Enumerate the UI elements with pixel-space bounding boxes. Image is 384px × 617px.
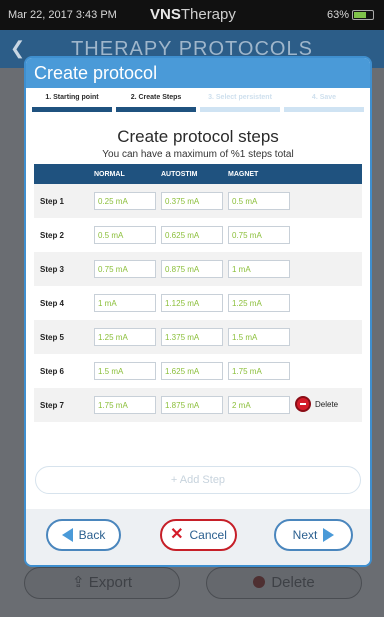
step-label: Step 7 xyxy=(40,400,65,410)
step-label: Step 1 xyxy=(40,196,65,206)
magnet-input[interactable]: 1.25 mA xyxy=(228,294,290,312)
back-button[interactable]: Back xyxy=(46,519,121,551)
column-normal: NORMAL xyxy=(94,170,125,178)
delete-step-button[interactable]: Delete xyxy=(295,396,338,412)
delete-step-label: Delete xyxy=(315,399,339,409)
steps-table: NORMAL AUTOSTIM MAGNET Step 1 0.25 mA 0.… xyxy=(34,164,362,422)
wizard-step-2: 2. Create Steps xyxy=(114,88,198,112)
normal-input[interactable]: 1 mA xyxy=(94,294,156,312)
brand-suffix: Therapy xyxy=(180,6,236,23)
normal-input[interactable]: 1.75 mA xyxy=(94,396,156,414)
normal-input[interactable]: 1.5 mA xyxy=(94,362,156,380)
brand-prefix: VNS xyxy=(150,6,181,23)
normal-input[interactable]: 0.25 mA xyxy=(94,192,156,210)
background-export-button: ⇪ Export xyxy=(24,567,180,599)
normal-input[interactable]: 1.25 mA xyxy=(94,328,156,346)
next-button[interactable]: Next xyxy=(274,519,353,551)
export-icon: ⇪ xyxy=(71,574,85,591)
table-row: Step 6 1.5 mA 1.625 mA 1.75 mA xyxy=(34,354,362,388)
minus-circle-icon xyxy=(295,396,311,412)
autostim-input[interactable]: 1.625 mA xyxy=(161,362,223,380)
autostim-input[interactable]: 1.125 mA xyxy=(161,294,223,312)
table-header-row: NORMAL AUTOSTIM MAGNET xyxy=(34,164,362,184)
column-magnet: MAGNET xyxy=(228,170,259,178)
status-bar: Mar 22, 2017 3:43 PM VNSTherapy 63% xyxy=(0,0,384,30)
arrow-right-icon xyxy=(323,528,335,542)
status-datetime: Mar 22, 2017 3:43 PM xyxy=(8,9,117,21)
table-row: Step 3 0.75 mA 0.875 mA 1 mA xyxy=(34,252,362,286)
next-label: Next xyxy=(292,528,318,542)
autostim-input[interactable]: 0.875 mA xyxy=(161,260,223,278)
cancel-label: Cancel xyxy=(189,528,227,542)
brand-logo: VNSTherapy xyxy=(150,6,236,23)
close-icon: ✕ xyxy=(170,526,184,543)
battery-icon xyxy=(352,10,374,20)
wizard-step-4: 4. Save xyxy=(282,88,366,112)
export-label: Export xyxy=(88,574,133,591)
table-row: Step 2 0.5 mA 0.625 mA 0.75 mA xyxy=(34,218,362,252)
step-label: Step 6 xyxy=(40,366,65,376)
header-spacer xyxy=(34,164,94,184)
create-protocol-dialog: Create protocol 1. Starting point 2. Cre… xyxy=(24,56,372,567)
wizard-step-1: 1. Starting point xyxy=(30,88,114,112)
autostim-input[interactable]: 1.875 mA xyxy=(161,396,223,414)
magnet-input[interactable]: 1.75 mA xyxy=(228,362,290,380)
table-row: Step 1 0.25 mA 0.375 mA 0.5 mA xyxy=(34,184,362,218)
delete-dot-icon xyxy=(253,576,266,588)
page-heading: Create protocol steps xyxy=(117,127,279,146)
back-label: Back xyxy=(78,528,106,542)
dialog-footer: Back ✕ Cancel Next xyxy=(26,509,370,565)
autostim-input[interactable]: 1.375 mA xyxy=(161,328,223,346)
battery-indicator: 63% xyxy=(327,9,374,21)
table-row: Step 4 1 mA 1.125 mA 1.25 mA xyxy=(34,286,362,320)
delete-label: Delete xyxy=(271,574,315,591)
add-step-button[interactable]: + Add Step xyxy=(35,466,361,494)
wizard-step-3: 3. Select persistent xyxy=(198,88,282,112)
autostim-input[interactable]: 0.375 mA xyxy=(161,192,223,210)
normal-input[interactable]: 0.75 mA xyxy=(94,260,156,278)
magnet-input[interactable]: 0.75 mA xyxy=(228,226,290,244)
column-autostim: AUTOSTIM xyxy=(161,170,198,178)
background-delete-button: Delete xyxy=(206,567,362,599)
autostim-input[interactable]: 0.625 mA xyxy=(161,226,223,244)
magnet-input[interactable]: 0.5 mA xyxy=(228,192,290,210)
magnet-input[interactable]: 1.5 mA xyxy=(228,328,290,346)
page-subheading: You can have a maximum of %1 steps total xyxy=(102,149,294,160)
step-label: Step 3 xyxy=(40,264,65,274)
dialog-title: Create protocol xyxy=(26,58,370,88)
table-row: Step 5 1.25 mA 1.375 mA 1.5 mA xyxy=(34,320,362,354)
normal-input[interactable]: 0.5 mA xyxy=(94,226,156,244)
step-label: Step 4 xyxy=(40,298,65,308)
header-actions xyxy=(295,164,362,184)
step-label: Step 5 xyxy=(40,332,65,342)
cancel-button[interactable]: ✕ Cancel xyxy=(160,519,237,551)
step-label: Step 2 xyxy=(40,230,65,240)
magnet-input[interactable]: 1 mA xyxy=(228,260,290,278)
arrow-left-icon xyxy=(61,528,73,542)
table-row: Step 7 1.75 mA 1.875 mA 2 mA Delete xyxy=(34,388,362,422)
magnet-input[interactable]: 2 mA xyxy=(228,396,290,414)
wizard-progress: 1. Starting point 2. Create Steps 3. Sel… xyxy=(26,88,370,112)
battery-percent: 63% xyxy=(326,9,349,21)
